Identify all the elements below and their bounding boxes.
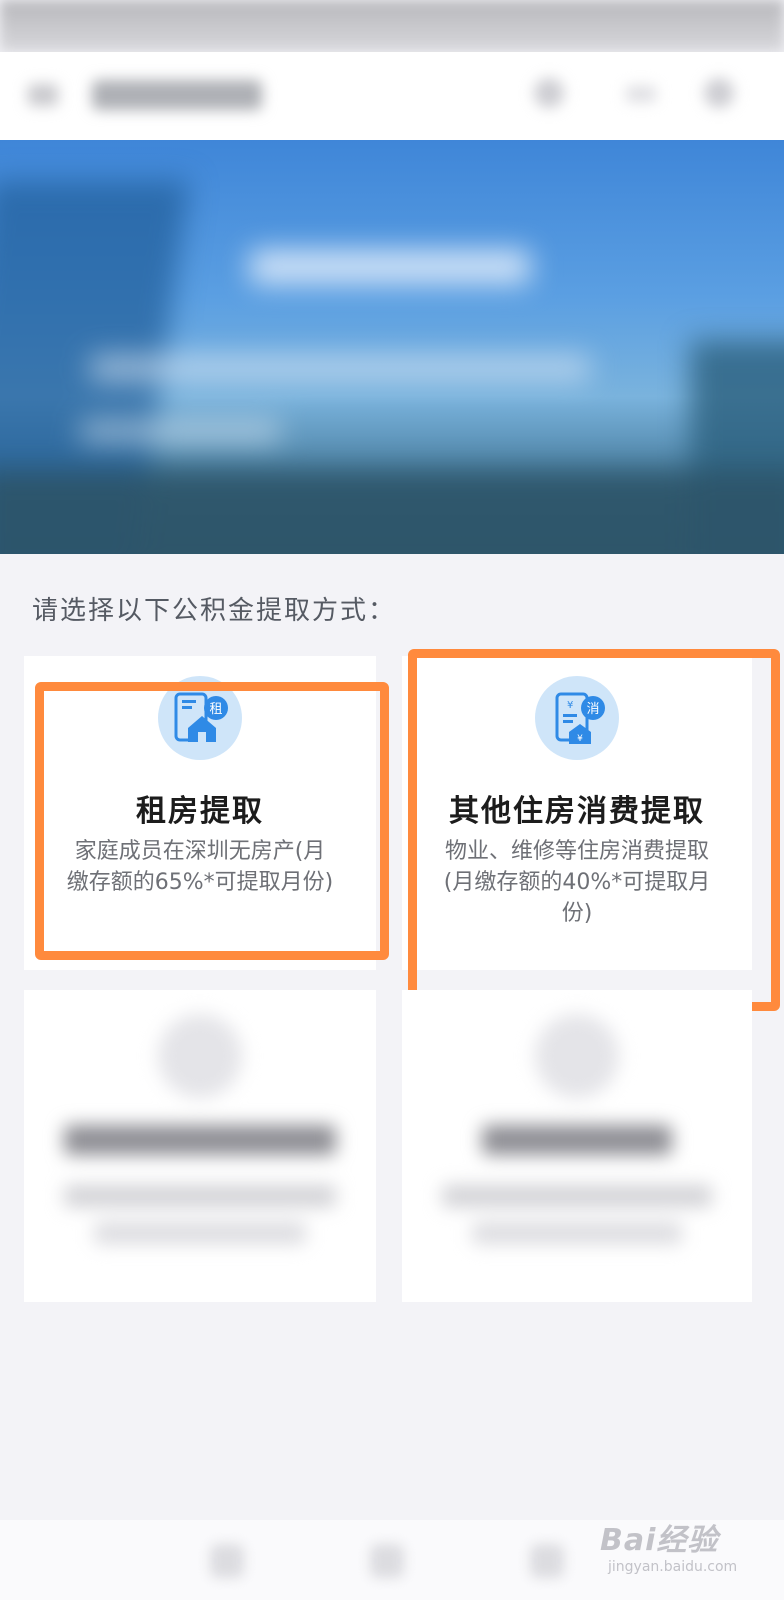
watermark-url: jingyan.baidu.com	[608, 1559, 738, 1575]
nav-icon[interactable]	[210, 1544, 244, 1578]
app-header	[0, 52, 784, 140]
status-bar	[0, 0, 784, 52]
nav-icon[interactable]	[530, 1544, 564, 1578]
rent-card-highlight	[35, 682, 389, 960]
header-action-icon[interactable]	[534, 78, 564, 108]
more-icon[interactable]	[626, 86, 656, 102]
baidu-jingyan-watermark: Bai经验 jingyan.baidu.com	[600, 1515, 760, 1587]
header-title	[92, 80, 262, 110]
section-title: 请选择以下公积金提取方式：	[32, 596, 397, 626]
close-icon[interactable]	[704, 78, 734, 108]
other-card-highlight	[408, 649, 780, 1011]
watermark-main: Bai经验	[600, 1523, 719, 1558]
hero-banner	[0, 140, 784, 554]
blurred-option-card[interactable]	[402, 990, 752, 1302]
nav-icon[interactable]	[370, 1544, 404, 1578]
blurred-option-card[interactable]	[24, 990, 376, 1302]
back-button[interactable]	[28, 84, 58, 106]
